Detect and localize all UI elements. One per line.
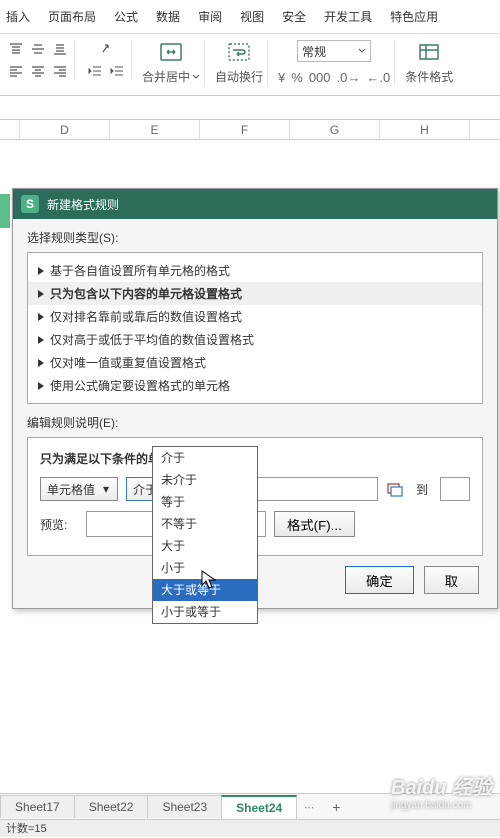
ribbon-tabs: 插入 页面布局 公式 数据 审阅 视图 安全 开发工具 特色应用 [0, 0, 500, 34]
tab-view[interactable]: 视图 [240, 8, 264, 25]
sheet-tabs-more[interactable]: ∙∙∙ [296, 796, 322, 818]
tab-insert[interactable]: 插入 [6, 8, 30, 25]
target-dropdown[interactable]: 单元格值▾ [40, 477, 118, 501]
rule-type-item[interactable]: 基于各自值设置所有单元格的格式 [28, 259, 482, 282]
operator-option[interactable]: 大于 [153, 535, 257, 557]
tab-special[interactable]: 特色应用 [390, 8, 438, 25]
col-d[interactable]: D [20, 120, 110, 139]
operator-option[interactable]: 等于 [153, 491, 257, 513]
align-middle-icon[interactable] [28, 40, 48, 58]
decrease-decimal-icon[interactable]: ←.0 [366, 70, 390, 85]
app-logo-icon: S [21, 195, 39, 213]
status-bar: 计数=15 [0, 819, 500, 837]
tab-review[interactable]: 审阅 [198, 8, 222, 25]
merge-center-icon[interactable] [154, 40, 188, 64]
operator-option[interactable]: 介于 [153, 447, 257, 469]
align-left-icon[interactable] [6, 62, 26, 80]
indent-group [81, 40, 132, 80]
align-center-icon[interactable] [28, 62, 48, 80]
tab-data[interactable]: 数据 [156, 8, 180, 25]
wrap-group: 自动换行 [211, 40, 268, 85]
currency-icon[interactable]: ¥ [278, 70, 285, 85]
cond-format-icon[interactable] [412, 40, 446, 64]
rule-type-list[interactable]: 基于各自值设置所有单元格的格式 只为包含以下内容的单元格设置格式 仅对排名靠前或… [27, 252, 483, 404]
edit-rule-desc-label: 编辑规则说明(E): [27, 414, 483, 431]
rule-type-item[interactable]: 只为包含以下内容的单元格设置格式 [28, 282, 482, 305]
number-format-select[interactable]: 常规 [297, 40, 371, 62]
sheet-tab[interactable]: Sheet23 [147, 795, 222, 818]
chevron-down-icon[interactable] [192, 73, 200, 81]
cond-format-label[interactable]: 条件格式 [405, 68, 453, 85]
auto-wrap-label[interactable]: 自动换行 [215, 68, 263, 85]
dialog-titlebar[interactable]: S 新建格式规则 [13, 189, 497, 219]
value-to-input[interactable] [440, 477, 470, 501]
col-h[interactable]: H [380, 120, 470, 139]
rule-type-item[interactable]: 使用公式确定要设置格式的单元格 [28, 374, 482, 397]
align-top-icon[interactable] [6, 40, 26, 58]
orientation-icon[interactable] [96, 40, 116, 58]
sheet-tab[interactable]: Sheet17 [0, 795, 75, 818]
align-right-icon[interactable] [50, 62, 70, 80]
increase-decimal-icon[interactable]: .0→ [337, 70, 361, 85]
merge-group: 合并居中 [138, 40, 205, 85]
decrease-indent-icon[interactable] [85, 62, 105, 80]
format-button[interactable]: 格式(F)... [274, 511, 355, 537]
sheet-tab-bar: Sheet17 Sheet22 Sheet23 Sheet24 ∙∙∙ + [0, 793, 500, 819]
operator-option[interactable]: 小于或等于 [153, 601, 257, 623]
range-picker-icon[interactable] [386, 480, 404, 498]
chevron-down-icon [358, 47, 366, 55]
ribbon-toolbar: 合并居中 自动换行 常规 ¥ % 000 .0→ ←.0 条件格式 [0, 34, 500, 96]
comma-style-icon[interactable]: 000 [309, 70, 331, 85]
auto-wrap-icon[interactable] [222, 40, 256, 64]
sheet-tab-active[interactable]: Sheet24 [221, 795, 297, 819]
operator-option[interactable]: 不等于 [153, 513, 257, 535]
tab-page-layout[interactable]: 页面布局 [48, 8, 96, 25]
formula-bar[interactable] [0, 96, 500, 120]
cancel-button[interactable]: 取 [424, 566, 479, 594]
add-sheet-button[interactable]: + [322, 795, 350, 819]
operator-dropdown-list[interactable]: 介于 未介于 等于 不等于 大于 小于 大于或等于 小于或等于 [152, 446, 258, 624]
to-label: 到 [416, 481, 428, 498]
rule-type-item[interactable]: 仅对高于或低于平均值的数值设置格式 [28, 328, 482, 351]
tab-formulas[interactable]: 公式 [114, 8, 138, 25]
cond-format-group: 条件格式 [401, 40, 457, 85]
mouse-cursor-icon [201, 570, 217, 590]
col-i[interactable]: I [470, 120, 500, 139]
number-format-group: 常规 ¥ % 000 .0→ ←.0 [274, 40, 395, 85]
ok-button[interactable]: 确定 [345, 566, 414, 594]
percent-icon[interactable]: % [291, 70, 303, 85]
tab-dev-tools[interactable]: 开发工具 [324, 8, 372, 25]
align-bottom-icon[interactable] [50, 40, 70, 58]
merge-center-label[interactable]: 合并居中 [142, 68, 190, 85]
col-g[interactable]: G [290, 120, 380, 139]
rule-type-item[interactable]: 仅对唯一值或重复值设置格式 [28, 351, 482, 374]
dialog-title: 新建格式规则 [47, 196, 119, 213]
select-rule-type-label: 选择规则类型(S): [27, 229, 483, 246]
col-f[interactable]: F [200, 120, 290, 139]
operator-option[interactable]: 未介于 [153, 469, 257, 491]
rule-type-item[interactable]: 仅对排名靠前或靠后的数值设置格式 [28, 305, 482, 328]
align-group [2, 40, 75, 80]
tab-security[interactable]: 安全 [282, 8, 306, 25]
preview-label: 预览: [40, 516, 78, 533]
column-headers: D E F G H I [0, 120, 500, 140]
increase-indent-icon[interactable] [107, 62, 127, 80]
selection-highlight [0, 194, 10, 228]
sheet-tab[interactable]: Sheet22 [74, 795, 149, 818]
col-e[interactable]: E [110, 120, 200, 139]
